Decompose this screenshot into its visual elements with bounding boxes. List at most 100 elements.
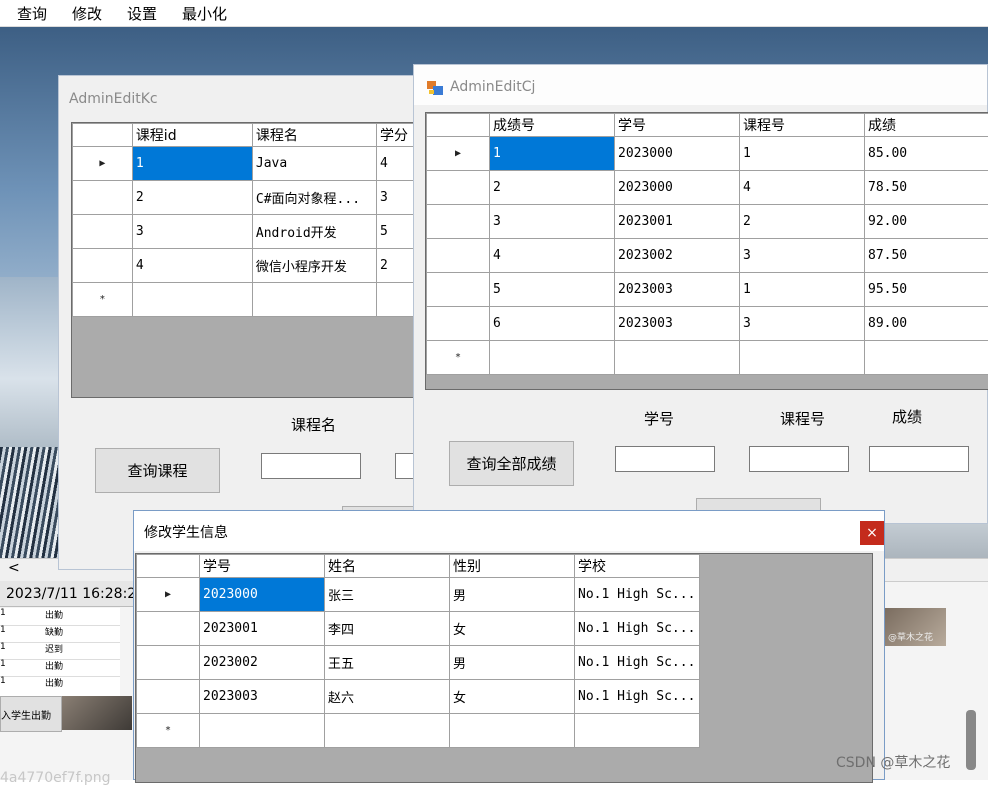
column-header[interactable]: 课程名 [252,124,376,147]
table-cell[interactable] [615,341,740,375]
close-button[interactable]: × [860,521,884,545]
table-cell[interactable]: 2023001 [200,612,325,646]
table-cell[interactable]: 89.00 [865,307,988,341]
table-row[interactable]: 6 2023003 3 89.00 [427,307,988,341]
table-cell[interactable]: Android开发 [252,215,376,249]
table-cell[interactable]: 85.00 [865,137,988,171]
menu-minimize[interactable]: 最小化 [182,3,227,24]
table-row[interactable]: ▶ 2023000 张三 男 No.1 High Sc... [137,578,700,612]
table-cell[interactable]: 李四 [325,612,450,646]
table-cell[interactable]: 78.50 [865,171,988,205]
column-header[interactable]: 姓名 [325,555,450,578]
table-cell[interactable]: No.1 High Sc... [575,646,700,680]
table-cell[interactable]: 王五 [325,646,450,680]
table-cell[interactable]: 男 [450,578,575,612]
table-row[interactable]: 3 2023001 2 92.00 [427,205,988,239]
table-cell[interactable]: 女 [450,680,575,714]
table-cell[interactable] [252,283,376,317]
table-cell[interactable]: 6 [490,307,615,341]
table-cell[interactable]: 1 [132,147,252,181]
table-row[interactable]: 2023001 李四 女 No.1 High Sc... [137,612,700,646]
table-cell[interactable]: No.1 High Sc... [575,612,700,646]
menu-query[interactable]: 查询 [17,3,47,24]
table-row[interactable]: 2 2023000 4 78.50 [427,171,988,205]
table-row[interactable]: 2 C#面向对象程... 3 [73,181,442,215]
table-cell[interactable]: 张三 [325,578,450,612]
table-cell[interactable]: 2 [490,171,615,205]
table-cell[interactable]: 女 [450,612,575,646]
table-cell[interactable]: 1 [740,273,865,307]
table-cell[interactable]: 2023003 [200,680,325,714]
vertical-scrollbar-thumb[interactable] [966,710,976,770]
title-bar[interactable]: 修改学生信息 × [134,511,884,551]
table-row[interactable]: 4 2023002 3 87.50 [427,239,988,273]
table-cell[interactable]: 2023002 [200,646,325,680]
table-cell[interactable]: 4 [490,239,615,273]
table-row[interactable]: ▶ 1 2023000 1 85.00 [427,137,988,171]
table-cell[interactable]: No.1 High Sc... [575,578,700,612]
row-header[interactable] [137,612,200,646]
table-cell[interactable]: 2023000 [200,578,325,612]
table-cell[interactable]: No.1 High Sc... [575,680,700,714]
row-header[interactable] [427,307,490,341]
table-row[interactable]: 3 Android开发 5 [73,215,442,249]
student-grid[interactable]: 学号 姓名 性别 学校 ▶ 2023000 张三 男 No.1 High Sc.… [135,553,873,783]
table-cell[interactable] [200,714,325,748]
table-cell[interactable]: 92.00 [865,205,988,239]
table-cell[interactable]: 2023002 [615,239,740,273]
column-header[interactable]: 成绩 [865,114,988,137]
new-row[interactable]: * [137,714,700,748]
row-header[interactable] [73,215,133,249]
table-cell[interactable]: 95.50 [865,273,988,307]
table-cell[interactable]: 87.50 [865,239,988,273]
table-cell[interactable]: 微信小程序开发 [252,249,376,283]
student-id-input[interactable] [615,446,715,472]
new-row[interactable]: * [427,341,988,375]
column-header[interactable]: 学校 [575,555,700,578]
title-bar[interactable]: AdminEditKc [59,76,437,116]
table-row[interactable]: ▶ 1 Java 4 [73,147,442,181]
column-header[interactable]: 性别 [450,555,575,578]
row-header[interactable] [427,273,490,307]
table-cell[interactable]: 2 [740,205,865,239]
new-row[interactable]: * [73,283,442,317]
row-header[interactable] [427,205,490,239]
column-header[interactable]: 成绩号 [490,114,615,137]
table-cell[interactable]: Java [252,147,376,181]
table-cell[interactable] [450,714,575,748]
table-cell[interactable] [740,341,865,375]
scroll-left-icon[interactable]: < [8,560,20,576]
table-row[interactable]: 2023003 赵六 女 No.1 High Sc... [137,680,700,714]
table-cell[interactable]: 2023000 [615,171,740,205]
menu-edit[interactable]: 修改 [72,3,102,24]
table-cell[interactable]: 1 [740,137,865,171]
score-input[interactable] [869,446,969,472]
table-cell[interactable]: 男 [450,646,575,680]
table-cell[interactable]: 2023003 [615,307,740,341]
table-row[interactable]: 2023002 王五 男 No.1 High Sc... [137,646,700,680]
column-header[interactable]: 学号 [615,114,740,137]
column-header[interactable]: 课程号 [740,114,865,137]
table-cell[interactable]: 1 [490,137,615,171]
table-cell[interactable]: 2023000 [615,137,740,171]
row-header[interactable] [427,171,490,205]
table-cell[interactable]: 2 [132,181,252,215]
table-cell[interactable]: C#面向对象程... [252,181,376,215]
table-cell[interactable]: 4 [132,249,252,283]
course-id-input[interactable] [749,446,849,472]
table-cell[interactable]: 3 [132,215,252,249]
row-header[interactable] [73,249,133,283]
table-cell[interactable] [132,283,252,317]
query-all-scores-button[interactable]: 查询全部成绩 [449,441,574,486]
table-cell[interactable]: 2023003 [615,273,740,307]
table-cell[interactable] [325,714,450,748]
title-bar[interactable]: AdminEditCj [414,65,987,105]
table-cell[interactable]: 5 [490,273,615,307]
table-row[interactable]: 4 微信小程序开发 2 [73,249,442,283]
table-row[interactable]: 5 2023003 1 95.50 [427,273,988,307]
row-header[interactable] [137,646,200,680]
table-cell[interactable]: 3 [740,239,865,273]
query-course-button[interactable]: 查询课程 [95,448,220,493]
row-header[interactable] [137,680,200,714]
menu-settings[interactable]: 设置 [127,3,157,24]
